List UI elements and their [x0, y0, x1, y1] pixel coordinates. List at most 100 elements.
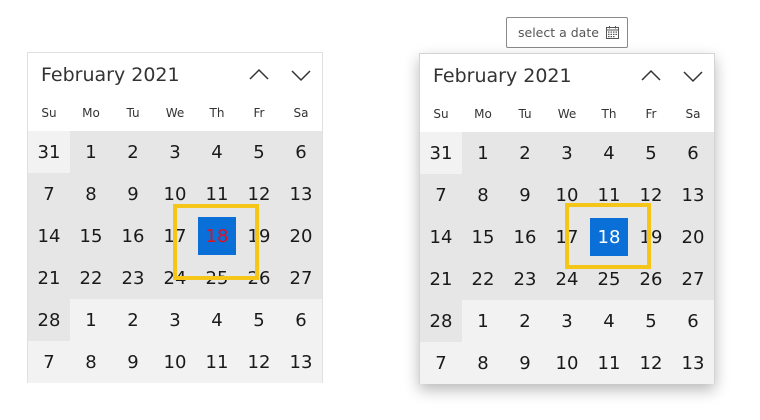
day-cell-other-month[interactable]: 3: [154, 299, 196, 341]
day-cell-other-month[interactable]: 8: [462, 342, 504, 384]
weekday-header-row: Su Mo Tu We Th Fr Sa: [420, 99, 714, 129]
day-cell-other-month[interactable]: 5: [238, 299, 280, 341]
day-cell[interactable]: 4: [196, 131, 238, 173]
day-cell[interactable]: 6: [672, 132, 714, 174]
next-month-button[interactable]: [680, 63, 706, 89]
day-cell[interactable]: 9: [112, 173, 154, 215]
day-cell[interactable]: 19: [630, 216, 672, 258]
day-cell-other-month[interactable]: 4: [196, 299, 238, 341]
day-cell-other-month[interactable]: 6: [672, 300, 714, 342]
day-cell-other-month[interactable]: 9: [112, 341, 154, 383]
day-cell-other-month[interactable]: 7: [28, 341, 70, 383]
day-cell[interactable]: 7: [420, 174, 462, 216]
day-cell[interactable]: 2: [112, 131, 154, 173]
day-cell-other-month[interactable]: 13: [672, 342, 714, 384]
day-cell[interactable]: 15: [70, 215, 112, 257]
day-cell[interactable]: 10: [154, 173, 196, 215]
day-cell-other-month[interactable]: 2: [112, 299, 154, 341]
day-cell-other-month[interactable]: 8: [70, 341, 112, 383]
day-cell[interactable]: 4: [588, 132, 630, 174]
day-cell-other-month[interactable]: 4: [588, 300, 630, 342]
day-cell-other-month[interactable]: 11: [196, 341, 238, 383]
day-cell[interactable]: 10: [546, 174, 588, 216]
day-cell[interactable]: 14: [420, 216, 462, 258]
day-cell-other-month[interactable]: 1: [70, 299, 112, 341]
calendar-flyout-right: February 2021 Su Mo Tu We Th Fr Sa 31 1 2 3 4 5 6 7 8 9…: [419, 53, 715, 384]
day-cell[interactable]: 21: [420, 258, 462, 300]
day-cell[interactable]: 23: [112, 257, 154, 299]
day-cell[interactable]: 11: [196, 173, 238, 215]
day-cell[interactable]: 20: [672, 216, 714, 258]
day-cell[interactable]: 13: [280, 173, 322, 215]
selected-day-cell[interactable]: 18: [588, 216, 630, 258]
chevron-up-icon: [641, 69, 661, 81]
day-cell[interactable]: 22: [462, 258, 504, 300]
day-cell[interactable]: 27: [280, 257, 322, 299]
day-cell[interactable]: 8: [462, 174, 504, 216]
day-cell[interactable]: 6: [280, 131, 322, 173]
weekday-label: Tu: [126, 106, 140, 120]
day-cell[interactable]: 28: [420, 300, 462, 342]
day-cell[interactable]: 2: [504, 132, 546, 174]
day-cell[interactable]: 12: [238, 173, 280, 215]
day-cell-other-month[interactable]: 2: [504, 300, 546, 342]
day-cell-other-month[interactable]: 5: [630, 300, 672, 342]
day-cell-other-month[interactable]: 6: [280, 299, 322, 341]
day-cell[interactable]: 25: [588, 258, 630, 300]
day-grid: 31 1 2 3 4 5 6 7 8 9 10 11 12 13 14 15 16 17 18 19 20 21 22 23 2…: [420, 132, 714, 384]
day-cell[interactable]: 17: [154, 215, 196, 257]
day-cell[interactable]: 28: [28, 299, 70, 341]
day-cell-other-month[interactable]: 31: [420, 132, 462, 174]
day-cell-other-month[interactable]: 12: [238, 341, 280, 383]
day-cell[interactable]: 14: [28, 215, 70, 257]
day-cell[interactable]: 1: [70, 131, 112, 173]
day-cell[interactable]: 5: [238, 131, 280, 173]
day-cell[interactable]: 22: [70, 257, 112, 299]
date-picker-input[interactable]: select a date: [506, 17, 628, 48]
day-cell[interactable]: 1: [462, 132, 504, 174]
day-cell[interactable]: 15: [462, 216, 504, 258]
day-cell[interactable]: 5: [630, 132, 672, 174]
day-cell-other-month[interactable]: 13: [280, 341, 322, 383]
day-cell-other-month[interactable]: 10: [546, 342, 588, 384]
next-month-button[interactable]: [288, 62, 314, 88]
day-cell-other-month[interactable]: 7: [420, 342, 462, 384]
day-cell[interactable]: 23: [504, 258, 546, 300]
day-cell-other-month[interactable]: 11: [588, 342, 630, 384]
weekday-label: Sa: [293, 106, 309, 120]
day-cell[interactable]: 19: [238, 215, 280, 257]
day-cell[interactable]: 12: [630, 174, 672, 216]
day-cell[interactable]: 24: [154, 257, 196, 299]
day-cell[interactable]: 16: [504, 216, 546, 258]
day-cell[interactable]: 7: [28, 173, 70, 215]
day-cell[interactable]: 16: [112, 215, 154, 257]
previous-month-button[interactable]: [638, 63, 664, 89]
day-cell[interactable]: 21: [28, 257, 70, 299]
day-cell[interactable]: 3: [154, 131, 196, 173]
day-cell[interactable]: 25: [196, 257, 238, 299]
day-cell-other-month[interactable]: 10: [154, 341, 196, 383]
day-cell[interactable]: 27: [672, 258, 714, 300]
day-cell[interactable]: 11: [588, 174, 630, 216]
weekday-label: Th: [209, 106, 225, 120]
day-cell[interactable]: 3: [546, 132, 588, 174]
day-cell[interactable]: 26: [630, 258, 672, 300]
day-cell-other-month[interactable]: 12: [630, 342, 672, 384]
day-cell[interactable]: 13: [672, 174, 714, 216]
day-cell[interactable]: 17: [546, 216, 588, 258]
day-cell[interactable]: 24: [546, 258, 588, 300]
day-cell[interactable]: 26: [238, 257, 280, 299]
calendar-header: February 2021: [28, 53, 322, 95]
day-cell-other-month[interactable]: 1: [462, 300, 504, 342]
month-title[interactable]: February 2021: [433, 65, 572, 87]
day-cell[interactable]: 20: [280, 215, 322, 257]
previous-month-button[interactable]: [246, 62, 272, 88]
day-cell[interactable]: 8: [70, 173, 112, 215]
selected-day-cell[interactable]: 18: [196, 215, 238, 257]
day-cell-other-month[interactable]: 31: [28, 131, 70, 173]
day-cell-other-month[interactable]: 9: [504, 342, 546, 384]
month-title[interactable]: February 2021: [41, 64, 180, 86]
day-grid: 31 1 2 3 4 5 6 7 8 9 10 11 12 13 14 15 16 17 18 19 20 21 22 23 2…: [28, 131, 322, 383]
day-cell[interactable]: 9: [504, 174, 546, 216]
day-cell-other-month[interactable]: 3: [546, 300, 588, 342]
